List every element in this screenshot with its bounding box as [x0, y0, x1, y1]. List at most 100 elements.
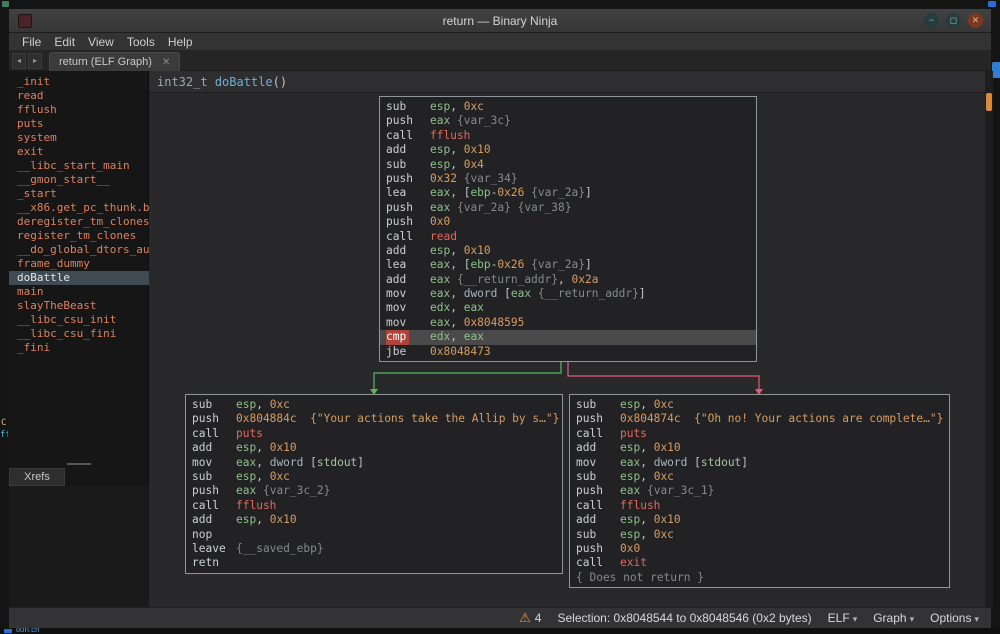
sidebar-function[interactable]: puts: [9, 117, 149, 131]
asm-line[interactable]: callexit: [576, 556, 949, 570]
asm-line[interactable]: { Does not return }: [576, 571, 949, 585]
sidebar-function[interactable]: _init: [9, 75, 149, 89]
asm-line[interactable]: subesp, 0xc: [576, 528, 949, 542]
close-button[interactable]: ✕: [968, 13, 983, 28]
sidebar-function[interactable]: __do_global_dtors_aux: [9, 243, 149, 257]
caret-down-icon: ▾: [910, 614, 915, 624]
asm-token: cmp: [386, 330, 430, 344]
menu-tools[interactable]: Tools: [122, 33, 160, 51]
asm-line[interactable]: cmpedx, eax: [380, 330, 756, 344]
menu-file[interactable]: File: [17, 33, 46, 51]
asm-line[interactable]: push0x0: [576, 542, 949, 556]
asm-line[interactable]: addesp, 0x10: [192, 513, 562, 527]
sidebar-function[interactable]: system: [9, 131, 149, 145]
asm-line[interactable]: subesp, 0xc: [192, 398, 562, 412]
asm-token: ,: [640, 398, 653, 411]
asm-line[interactable]: moveax, 0x8048595: [386, 316, 756, 330]
asm-line[interactable]: subesp, 0xc: [386, 100, 756, 114]
asm-line[interactable]: nop: [192, 528, 562, 542]
sidebar-function[interactable]: __libc_csu_fini: [9, 327, 149, 341]
graph-view[interactable]: subesp, 0xcpusheax {var_3c}callfflushadd…: [149, 93, 985, 607]
asm-line[interactable]: pusheax {var_3c_1}: [576, 484, 949, 498]
asm-line[interactable]: callread: [386, 230, 756, 244]
view-mode-dropdown[interactable]: Graph▾: [873, 611, 914, 625]
xrefs-panel: [9, 486, 149, 607]
sidebar-function[interactable]: main: [9, 285, 149, 299]
nav-back-button[interactable]: ◂: [12, 53, 26, 69]
title-bar[interactable]: return — Binary Ninja − ◻ ✕: [9, 9, 991, 33]
asm-token: {var_2a}: [531, 186, 585, 199]
sidebar-function[interactable]: fflush: [9, 103, 149, 117]
sidebar-function[interactable]: frame_dummy: [9, 257, 149, 271]
asm-line[interactable]: subesp, 0xc: [576, 398, 949, 412]
asm-token: mov: [386, 287, 430, 301]
format-dropdown[interactable]: ELF▾: [828, 611, 858, 625]
asm-line[interactable]: callfflush: [576, 499, 949, 513]
sidebar-function[interactable]: __libc_start_main: [9, 159, 149, 173]
asm-line[interactable]: callfflush: [386, 129, 756, 143]
xrefs-tab[interactable]: Xrefs: [9, 468, 65, 486]
asm-token: mov: [192, 456, 236, 470]
options-dropdown[interactable]: Options▾: [930, 611, 979, 625]
asm-line[interactable]: push0x804874c {"Oh no! Your actions are …: [576, 412, 949, 426]
asm-line[interactable]: moveax, dword [stdout]: [192, 456, 562, 470]
asm-token: [450, 201, 457, 214]
menu-edit[interactable]: Edit: [49, 33, 80, 51]
asm-line[interactable]: addesp, 0x10: [576, 441, 949, 455]
sidebar-splitter[interactable]: [9, 460, 149, 468]
asm-token: 0xc: [270, 398, 290, 411]
sidebar-function[interactable]: read: [9, 89, 149, 103]
sidebar-function[interactable]: slayTheBeast: [9, 299, 149, 313]
minimize-button[interactable]: −: [924, 13, 939, 28]
asm-line[interactable]: addesp, 0x10: [576, 513, 949, 527]
asm-line[interactable]: retn: [192, 556, 562, 570]
menu-view[interactable]: View: [83, 33, 119, 51]
sidebar-function[interactable]: _start: [9, 187, 149, 201]
asm-line[interactable]: pusheax {var_2a} {var_38}: [386, 201, 756, 215]
asm-line[interactable]: moveax, dword [eax {__return_addr}]: [386, 287, 756, 301]
sidebar-function[interactable]: __libc_csu_init: [9, 313, 149, 327]
asm-token: [531, 287, 538, 300]
sidebar-function[interactable]: doBattle: [9, 271, 149, 285]
warnings-indicator[interactable]: ⚠4: [519, 610, 541, 626]
asm-line[interactable]: addesp, 0x10: [386, 143, 756, 157]
asm-token: 0x32: [430, 172, 457, 185]
nav-forward-button[interactable]: ▸: [28, 53, 42, 69]
tab-close-icon[interactable]: ✕: [162, 57, 170, 68]
asm-line[interactable]: leaeax, [ebp-0x26 {var_2a}]: [386, 258, 756, 272]
asm-line[interactable]: addesp, 0x10: [386, 244, 756, 258]
sidebar-function[interactable]: exit: [9, 145, 149, 159]
asm-line[interactable]: push0x804884c {"Your actions take the Al…: [192, 412, 562, 426]
asm-line[interactable]: callfflush: [192, 499, 562, 513]
asm-line[interactable]: callputs: [192, 427, 562, 441]
asm-line[interactable]: movedx, eax: [386, 301, 756, 315]
graph-scrollbar[interactable]: [985, 71, 993, 607]
asm-token: 0xc: [654, 470, 674, 483]
asm-token: ,: [640, 528, 653, 541]
asm-line[interactable]: moveax, dword [stdout]: [576, 456, 949, 470]
asm-line[interactable]: addeax {__return_addr}, 0x2a: [386, 273, 756, 287]
asm-line[interactable]: addesp, 0x10: [192, 441, 562, 455]
asm-line[interactable]: leaeax, [ebp-0x26 {var_2a}]: [386, 186, 756, 200]
asm-line[interactable]: subesp, 0xc: [192, 470, 562, 484]
scrollbar-thumb[interactable]: [986, 93, 992, 111]
asm-line[interactable]: callputs: [576, 427, 949, 441]
asm-line[interactable]: jbe0x8048473: [386, 345, 756, 359]
asm-line[interactable]: subesp, 0x4: [386, 158, 756, 172]
menu-help[interactable]: Help: [163, 33, 198, 51]
asm-line[interactable]: pusheax {var_3c}: [386, 114, 756, 128]
asm-token: {__return_addr}: [538, 287, 639, 300]
sidebar-function[interactable]: _fini: [9, 341, 149, 355]
asm-line[interactable]: leave{__saved_ebp}: [192, 542, 562, 556]
sidebar-function[interactable]: register_tm_clones: [9, 229, 149, 243]
asm-line[interactable]: subesp, 0xc: [576, 470, 949, 484]
sidebar-function[interactable]: __gmon_start__: [9, 173, 149, 187]
tab-return-elf-graph[interactable]: return (ELF Graph) ✕: [49, 52, 180, 71]
sidebar-function[interactable]: deregister_tm_clones: [9, 215, 149, 229]
sidebar-function[interactable]: __x86.get_pc_thunk.bx: [9, 201, 149, 215]
asm-line[interactable]: push0x32 {var_34}: [386, 172, 756, 186]
asm-line[interactable]: push0x0: [386, 215, 756, 229]
asm-token: {__return_addr}: [457, 273, 558, 286]
asm-line[interactable]: pusheax {var_3c_2}: [192, 484, 562, 498]
maximize-button[interactable]: ◻: [946, 13, 961, 28]
